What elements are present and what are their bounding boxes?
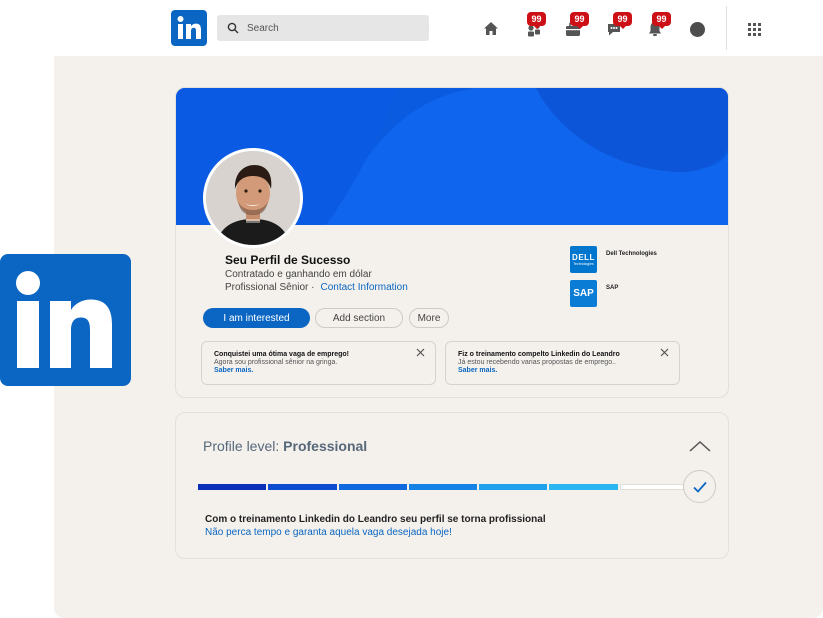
me-avatar[interactable] <box>690 22 705 37</box>
apps-grid-icon[interactable] <box>748 23 761 36</box>
profile-headline: Contratado e ganhando em dólar <box>225 269 372 280</box>
notifications-icon[interactable]: 99 <box>646 12 671 38</box>
profile-subline: Profissional Sênior · Contact Information <box>225 282 408 293</box>
level-message: Com o treinamento Linkedin do Leandro se… <box>205 514 546 525</box>
dell-logo-icon: DELL Technologies <box>570 246 597 273</box>
notice-card: Fiz o treinamento compelto Linkedin do L… <box>445 341 680 385</box>
notice-more-link[interactable]: Saber mais. <box>214 367 423 374</box>
linkedin-logo-icon[interactable] <box>171 10 207 46</box>
company-dell[interactable]: DELL Technologies Dell Technologies <box>570 246 657 273</box>
notice-card: Conquistei uma ótima vaga de emprego! Ag… <box>201 341 436 385</box>
search-input[interactable] <box>247 22 417 34</box>
nav-divider <box>726 6 727 50</box>
profile-level-card: Profile level: Professional Com o treina… <box>175 412 729 559</box>
network-icon[interactable]: 99 <box>525 12 546 38</box>
notice-title: Conquistei uma ótima vaga de emprego! <box>214 351 349 358</box>
company-name: SAP <box>606 285 619 291</box>
jobs-icon[interactable]: 99 <box>564 12 589 38</box>
profile-photo[interactable] <box>203 148 303 248</box>
home-icon[interactable] <box>482 20 500 38</box>
profile-progress-bar <box>198 484 688 490</box>
progress-segment-filled <box>338 484 407 490</box>
notifications-badge: 99 <box>652 12 671 29</box>
progress-segment-filled <box>479 484 548 490</box>
screen: 99 99 99 99 <box>0 0 823 618</box>
level-sub-message: Não perca tempo e garanta aquela vaga de… <box>205 527 452 538</box>
notice-desc: Agora sou profissional sênior na gringa. <box>214 359 338 366</box>
check-icon <box>692 481 707 493</box>
progress-segment-empty <box>619 484 688 490</box>
notice-desc: Já estou recebendo varias propostas de e… <box>458 359 616 366</box>
profile-level-value: Professional <box>283 438 368 454</box>
profile-card: Seu Perfil de Sucesso Contratado e ganha… <box>175 87 729 398</box>
sap-logo-icon: SAP <box>570 280 597 307</box>
profile-level-label: Profile level: <box>203 438 280 454</box>
interested-button[interactable]: I am interested <box>203 308 310 328</box>
contact-info-link[interactable]: Contact Information <box>320 282 407 293</box>
messaging-icon[interactable]: 99 <box>605 12 632 38</box>
close-icon[interactable] <box>660 348 669 357</box>
jobs-badge: 99 <box>570 12 589 29</box>
search-bar[interactable] <box>217 15 429 41</box>
chevron-up-icon[interactable] <box>689 440 711 452</box>
profile-level-title: Profile level: Professional <box>203 438 367 454</box>
progress-segment-filled <box>198 484 267 490</box>
close-icon[interactable] <box>416 348 425 357</box>
progress-segment-filled <box>268 484 337 490</box>
progress-complete-marker <box>683 470 716 503</box>
linkedin-big-logo-icon <box>0 254 131 386</box>
more-button[interactable]: More <box>409 308 449 328</box>
network-badge: 99 <box>527 12 546 29</box>
progress-segment-filled <box>549 484 618 490</box>
search-icon <box>227 22 239 34</box>
add-section-button[interactable]: Add section <box>315 308 403 328</box>
company-name: Dell Technologies <box>606 251 657 257</box>
notice-more-link[interactable]: Saber mais. <box>458 367 667 374</box>
top-navbar: 99 99 99 99 <box>0 0 823 56</box>
profile-name: Seu Perfil de Sucesso <box>225 253 351 267</box>
profile-level-text: Profissional Sênior · <box>225 282 315 293</box>
notice-title: Fiz o treinamento compelto Linkedin do L… <box>458 351 620 358</box>
company-sap[interactable]: SAP SAP <box>570 280 618 307</box>
messaging-badge: 99 <box>613 12 632 29</box>
progress-segment-filled <box>408 484 478 490</box>
